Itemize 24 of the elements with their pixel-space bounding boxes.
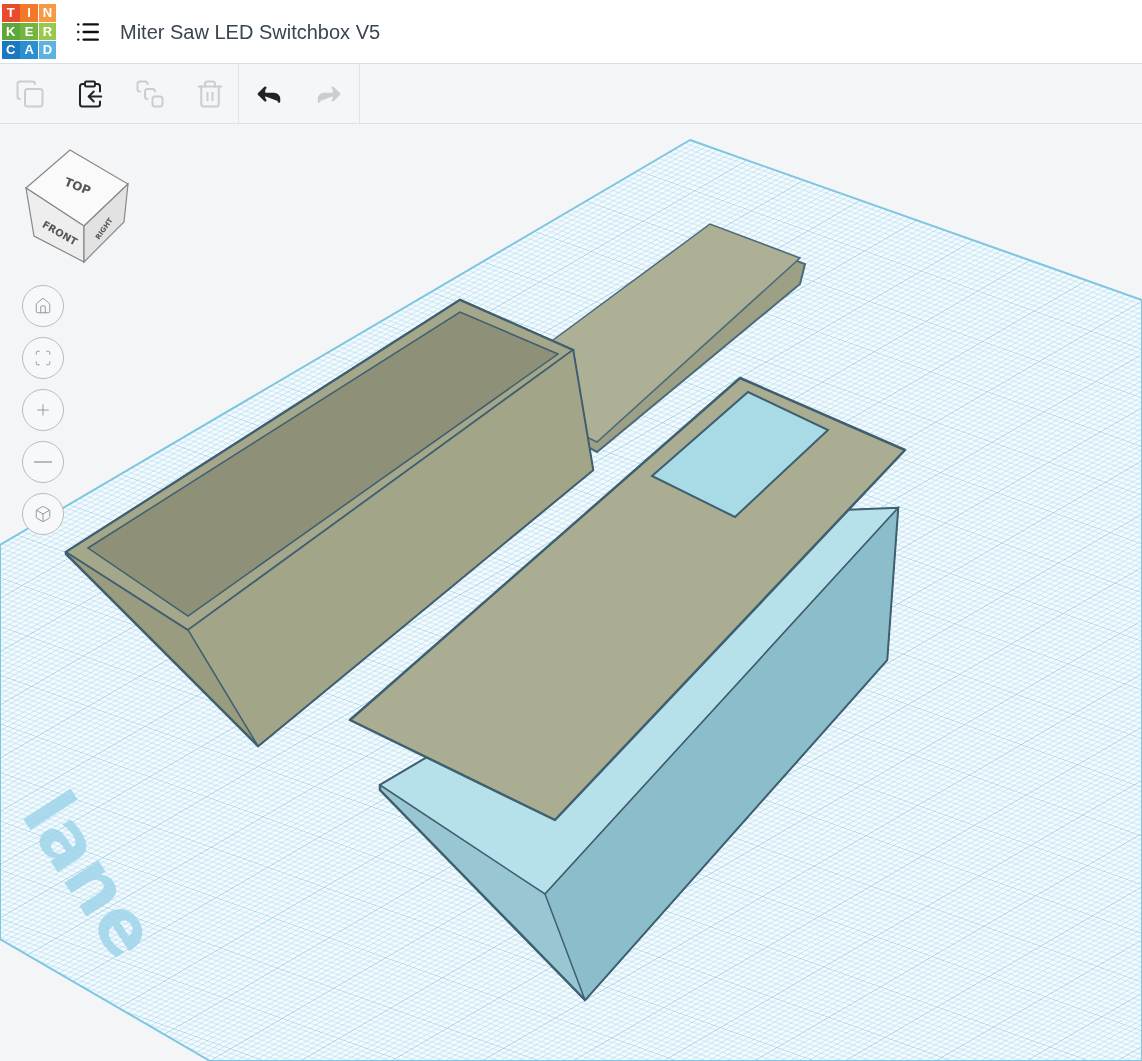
logo-letter: E xyxy=(20,22,38,41)
projection-button[interactable] xyxy=(22,493,64,535)
zoom-out-button[interactable] xyxy=(22,441,64,483)
home-view-button[interactable] xyxy=(22,285,64,327)
zoom-in-button[interactable] xyxy=(22,389,64,431)
trash-icon xyxy=(195,78,225,109)
logo-letter: T xyxy=(2,4,20,22)
logo-letter: A xyxy=(20,41,38,59)
logo-letter: R xyxy=(38,22,57,41)
logo-letter: C xyxy=(2,41,20,59)
plus-icon xyxy=(34,401,52,419)
cube-icon xyxy=(34,505,52,523)
home-icon xyxy=(34,297,52,315)
copy-icon xyxy=(15,78,45,109)
logo-letter: D xyxy=(38,41,57,59)
stacked-squares-icon xyxy=(135,78,165,109)
design-title: Miter Saw LED Switchbox V5 xyxy=(120,19,381,45)
fit-view-button[interactable] xyxy=(22,337,64,379)
corners-icon xyxy=(34,349,52,367)
logo-letter: N xyxy=(38,4,57,22)
logo-letter: K xyxy=(2,22,20,41)
logo[interactable]: T I N K E R C A D xyxy=(2,4,56,59)
minus-icon xyxy=(34,461,52,463)
logo-letter: I xyxy=(20,4,38,22)
